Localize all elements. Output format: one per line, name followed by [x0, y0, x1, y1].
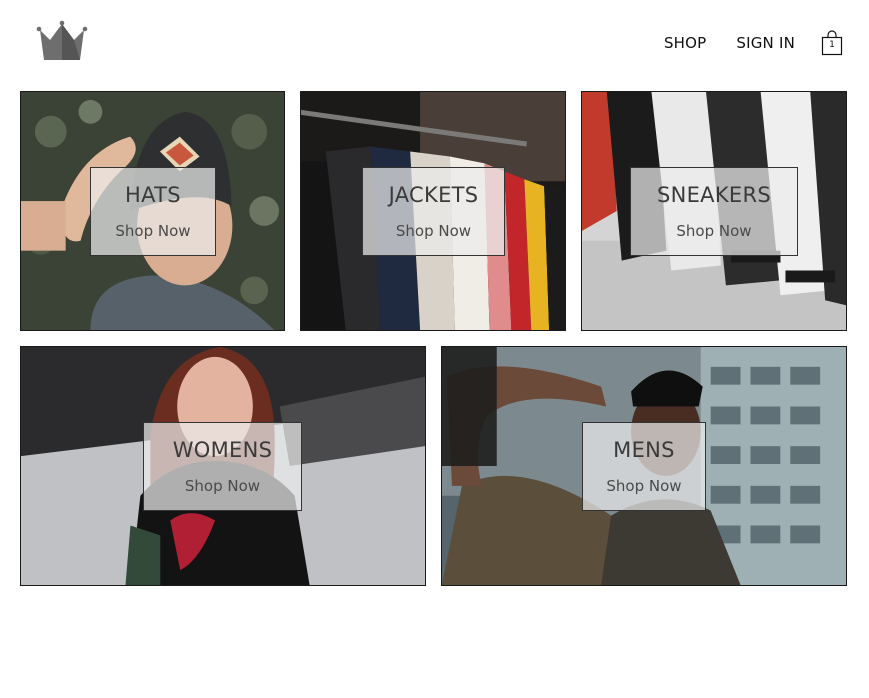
mens-shop-now[interactable]: Shop Now [606, 478, 681, 494]
crown-logo[interactable] [36, 20, 88, 62]
womens-title: WOMENS [172, 437, 273, 462]
nav-sign-in-link[interactable]: SIGN IN [736, 34, 795, 52]
sneakers-title: SNEAKERS [656, 182, 772, 207]
jackets-title: JACKETS [388, 182, 479, 207]
jackets-shop-now[interactable]: Shop Now [396, 223, 471, 239]
mens-label-box: MENS Shop Now [582, 422, 706, 511]
category-tile-sneakers[interactable]: SNEAKERS Shop Now [581, 91, 847, 331]
mens-title: MENS [613, 437, 675, 462]
cart-count: 1 [829, 40, 835, 50]
hats-shop-now[interactable]: Shop Now [115, 223, 190, 239]
sneakers-label-box: SNEAKERS Shop Now [630, 167, 798, 256]
category-tile-mens[interactable]: MENS Shop Now [441, 346, 847, 586]
cart-button[interactable]: 1 [821, 30, 843, 56]
nav: SHOP SIGN IN 1 [664, 30, 843, 56]
category-tile-womens[interactable]: WOMENS Shop Now [20, 346, 426, 586]
womens-shop-now[interactable]: Shop Now [185, 478, 260, 494]
hats-title: HATS [125, 182, 181, 207]
hats-label-box: HATS Shop Now [90, 167, 216, 256]
nav-shop-link[interactable]: SHOP [664, 34, 706, 52]
header: SHOP SIGN IN 1 [0, 0, 869, 90]
womens-label-box: WOMENS Shop Now [143, 422, 302, 511]
category-tile-jackets[interactable]: JACKETS Shop Now [300, 91, 566, 331]
jackets-label-box: JACKETS Shop Now [362, 167, 505, 256]
category-tile-hats[interactable]: HATS Shop Now [20, 91, 285, 331]
sneakers-shop-now[interactable]: Shop Now [676, 223, 751, 239]
